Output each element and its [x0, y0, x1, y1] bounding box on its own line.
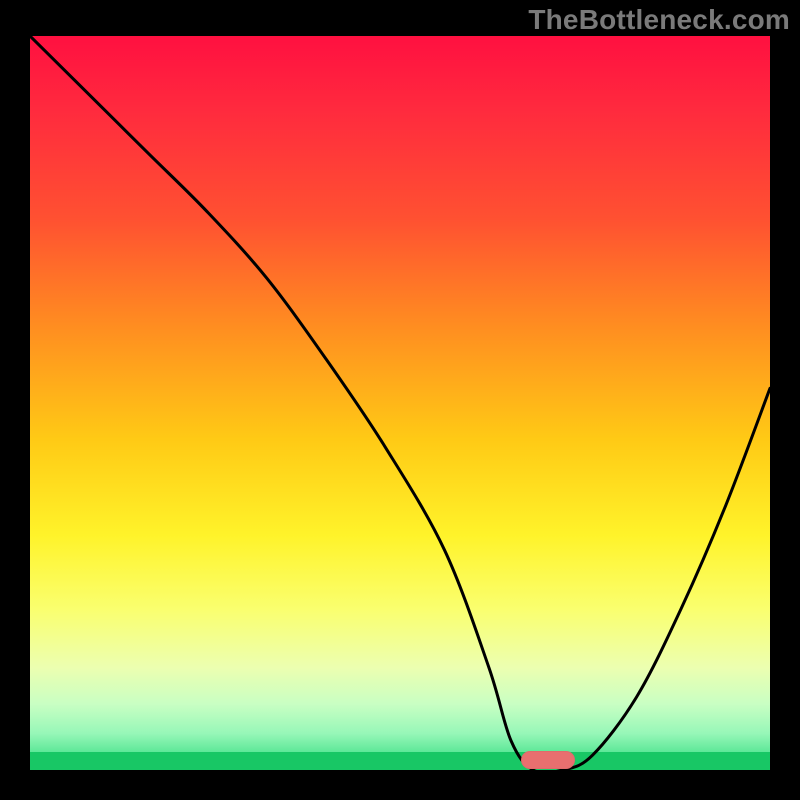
- bottleneck-curve-path: [30, 36, 770, 770]
- optimum-marker: [521, 751, 575, 769]
- curve-svg: [30, 36, 770, 770]
- green-band: [30, 752, 770, 770]
- plot-area: [30, 36, 770, 770]
- watermark-text: TheBottleneck.com: [528, 4, 790, 36]
- frame: TheBottleneck.com: [0, 0, 800, 800]
